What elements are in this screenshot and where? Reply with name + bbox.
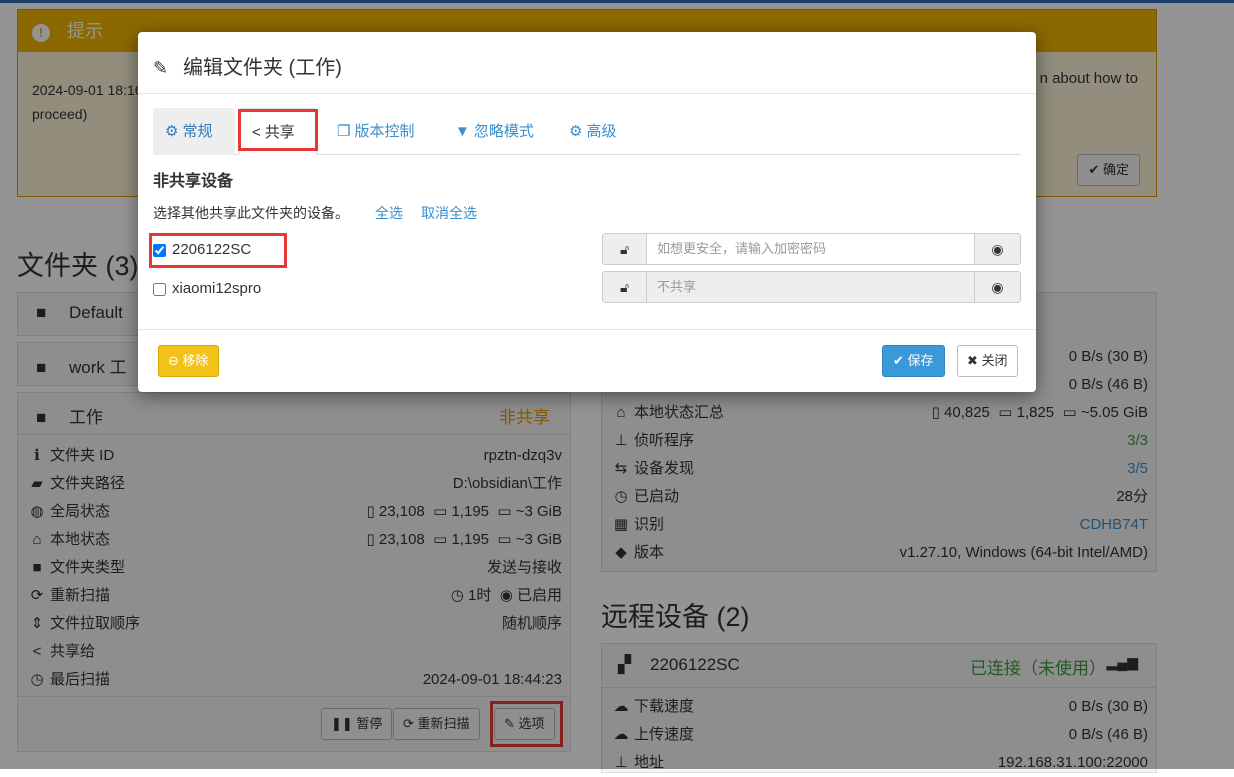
close-label: 关闭	[981, 353, 1008, 368]
tab-ignore-patterns[interactable]: ▼ 忽略模式	[443, 108, 546, 155]
check-icon: ✔	[893, 353, 904, 368]
unlock-icon: 🔓︎	[603, 234, 647, 264]
pencil-icon: ✎	[153, 58, 169, 78]
highlight-sharing-tab	[238, 109, 318, 151]
device-option-label: xiaomi12spro	[172, 280, 262, 297]
save-label: 保存	[907, 353, 934, 368]
edit-folder-modal: ✎ 编辑文件夹 (工作) ⚙ 常规 < 共享 ❐ 版本控制 ▼ 忽略模式 ⚙ 高级 非共享设…	[138, 32, 1036, 392]
modal-title: 编辑文件夹 (工作)	[183, 57, 342, 79]
password-group-xiaomi12spro: 🔓︎ 不共享 ◉	[602, 271, 1021, 303]
remove-label: 移除	[182, 353, 209, 368]
highlight-device-checkbox	[149, 233, 287, 268]
unlock-icon: 🔓︎	[603, 272, 647, 302]
modal-header: ✎ 编辑文件夹 (工作)	[138, 32, 1036, 94]
close-icon: ✖	[967, 353, 978, 368]
tab-label: 版本控制	[354, 123, 415, 140]
help-text: 选择其他共享此文件夹的设备。	[153, 205, 349, 221]
eye-icon[interactable]: ◉	[974, 234, 1020, 264]
remove-button[interactable]: ⊖ 移除	[158, 345, 219, 377]
cogs-icon: ⚙	[569, 123, 583, 140]
tab-label: 忽略模式	[473, 123, 534, 140]
tab-general[interactable]: ⚙ 常规	[153, 108, 235, 155]
select-all-link[interactable]: 全选	[375, 205, 403, 221]
close-button[interactable]: ✖ 关闭	[957, 345, 1018, 377]
minus-circle-icon: ⊖	[168, 353, 179, 368]
save-button[interactable]: ✔ 保存	[882, 345, 945, 377]
copy-icon: ❐	[337, 123, 351, 140]
filter-icon: ▼	[455, 123, 470, 140]
unshared-devices-title: 非共享设备	[153, 173, 234, 190]
deselect-all-link[interactable]: 取消全选	[421, 205, 477, 221]
share-help-text: 选择其他共享此文件夹的设备。 全选 取消全选	[153, 203, 477, 223]
modal-footer-divider	[138, 329, 1036, 330]
tab-versioning[interactable]: ❐ 版本控制	[325, 108, 426, 155]
gear-icon: ⚙	[165, 123, 179, 140]
tab-label: 常规	[182, 123, 213, 140]
eye-icon[interactable]: ◉	[974, 272, 1020, 302]
tab-advanced[interactable]: ⚙ 高级	[557, 108, 628, 155]
tab-label: 高级	[586, 123, 617, 140]
password-group-2206122sc: 🔓︎ 如想更安全，请输入加密密码 ◉	[602, 233, 1021, 265]
device-checkbox-xiaomi12spro[interactable]	[153, 282, 166, 296]
encryption-password-input[interactable]: 如想更安全，请输入加密密码	[647, 234, 974, 264]
encryption-password-input-disabled: 不共享	[647, 272, 974, 302]
device-option-xiaomi12spro[interactable]: xiaomi12spro	[153, 280, 261, 297]
